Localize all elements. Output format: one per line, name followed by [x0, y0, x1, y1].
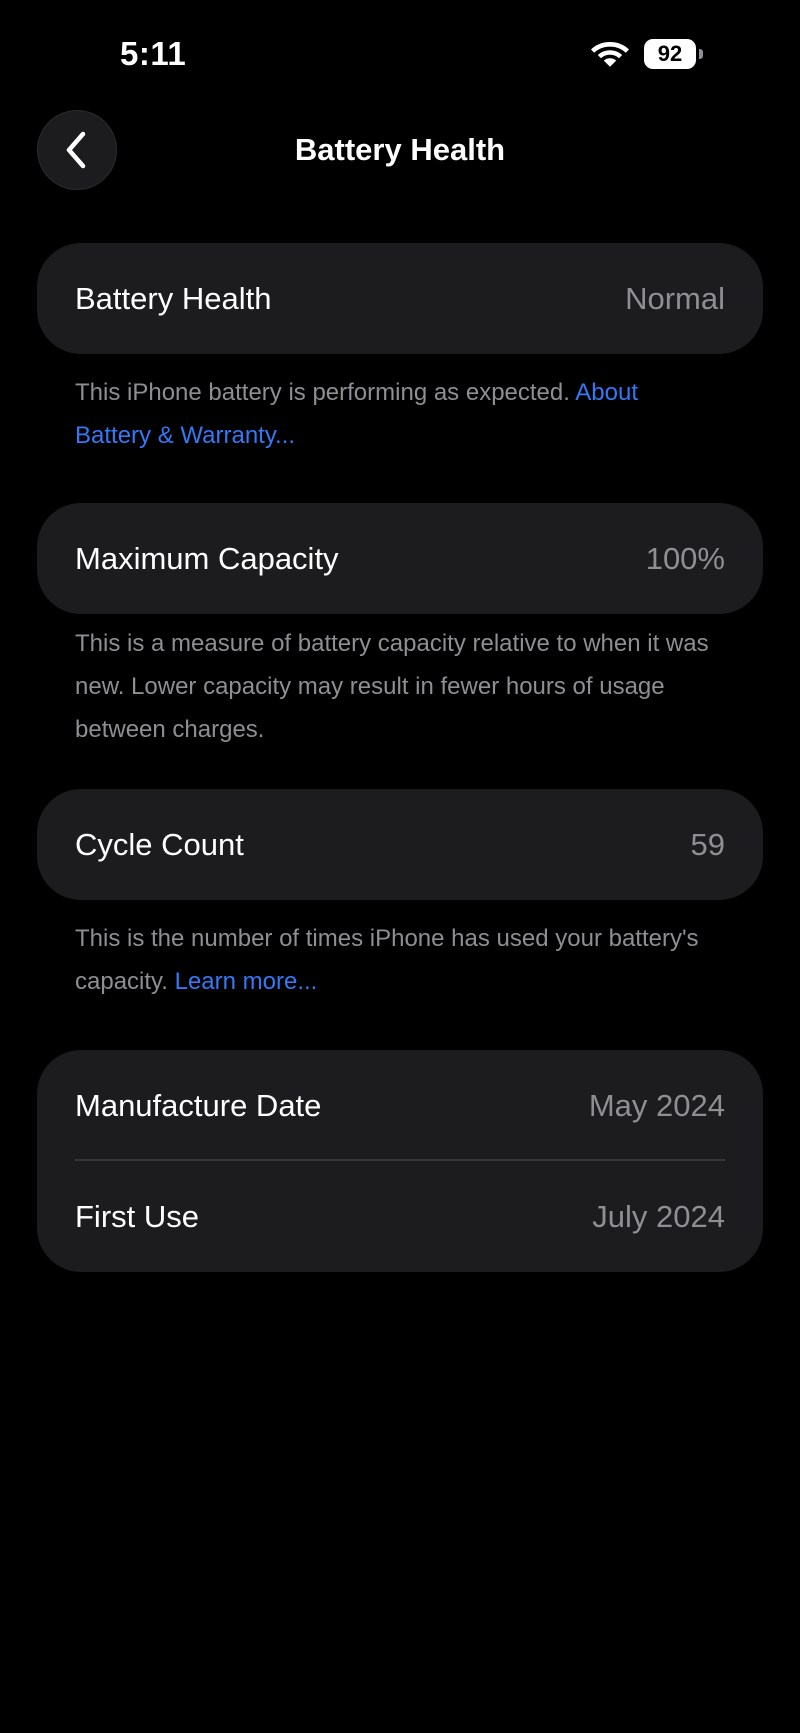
cycle-count-footnote-text: This is the number of times iPhone has u…: [75, 925, 699, 995]
wifi-icon: [591, 42, 629, 67]
manufacture-date-value: May 2024: [588, 1088, 725, 1123]
maximum-capacity-footnote: This is a measure of battery capacity re…: [75, 630, 709, 743]
battery-health-value: Normal: [625, 281, 725, 316]
cycle-count-footnote: This is the number of times iPhone has u…: [75, 917, 715, 1003]
battery-health-footnote: This iPhone battery is performing as exp…: [75, 371, 715, 457]
battery-level: 92: [657, 41, 683, 66]
maximum-capacity-card: Maximum Capacity 100%: [37, 503, 763, 614]
manufacture-date-row: Manufacture Date May 2024: [37, 1050, 763, 1161]
first-use-label: First Use: [75, 1199, 199, 1234]
battery-health-row: Battery Health Normal: [37, 243, 763, 354]
first-use-row: First Use July 2024: [37, 1161, 763, 1272]
learn-more-link[interactable]: Learn more...: [175, 968, 318, 995]
cycle-count-card: Cycle Count 59: [37, 789, 763, 900]
battery-health-card: Battery Health Normal: [37, 243, 763, 354]
battery-health-label: Battery Health: [75, 281, 272, 316]
maximum-capacity-row: Maximum Capacity 100%: [37, 503, 763, 614]
manufacture-date-label: Manufacture Date: [75, 1088, 322, 1123]
maximum-capacity-label: Maximum Capacity: [75, 541, 339, 576]
battery-dates-card: Manufacture Date May 2024 First Use July…: [37, 1050, 763, 1272]
cycle-count-label: Cycle Count: [75, 827, 244, 862]
battery-icon: 92: [644, 39, 704, 69]
cycle-count-value: 59: [690, 827, 725, 862]
page-title: Battery Health: [294, 132, 506, 167]
maximum-capacity-value: 100%: [645, 541, 725, 576]
battery-health-footnote-text: This iPhone battery is performing as exp…: [75, 379, 570, 406]
status-time: 5:11: [120, 35, 187, 72]
cycle-count-row: Cycle Count 59: [37, 789, 763, 900]
first-use-value: July 2024: [592, 1199, 725, 1234]
